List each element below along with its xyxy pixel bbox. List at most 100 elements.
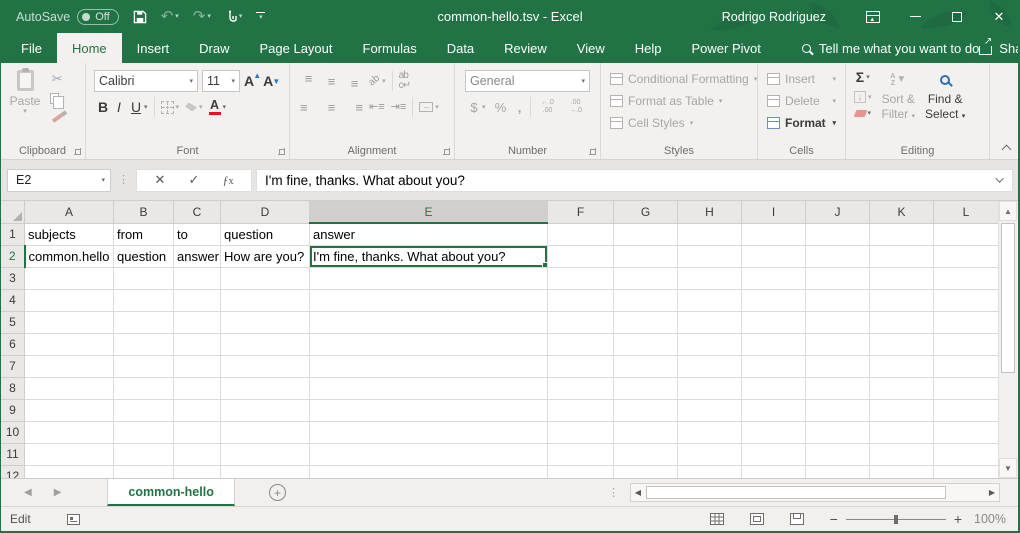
horizontal-scrollbar[interactable]: ◀ ▶ (630, 483, 1000, 502)
cell-A9[interactable] (25, 399, 114, 421)
decrease-decimal-button[interactable]: .00→.0 (562, 97, 590, 116)
fill-button[interactable]: ↓▾ (851, 89, 875, 105)
cell-D3[interactable] (221, 267, 310, 289)
cell-H8[interactable] (678, 377, 742, 399)
vertical-scroll-thumb[interactable] (1001, 223, 1015, 373)
cell-H10[interactable] (678, 421, 742, 443)
cell-J12[interactable] (806, 465, 870, 478)
cell-A6[interactable] (25, 333, 114, 355)
name-box-dropdown-icon[interactable]: ▾ (101, 177, 105, 184)
cell-G7[interactable] (614, 355, 678, 377)
cell-F9[interactable] (548, 399, 614, 421)
cell-E6[interactable] (310, 333, 548, 355)
cell-K1[interactable] (870, 223, 934, 245)
cell-B7[interactable] (114, 355, 174, 377)
close-button[interactable]: ✕ (978, 0, 1020, 33)
column-header-F[interactable]: F (548, 201, 614, 223)
page-break-preview-button[interactable] (790, 513, 804, 525)
column-header-C[interactable]: C (174, 201, 221, 223)
underline-dropdown-icon[interactable]: ▾ (144, 104, 148, 111)
cell-G5[interactable] (614, 311, 678, 333)
cell-J1[interactable] (806, 223, 870, 245)
cell-F12[interactable] (548, 465, 614, 478)
cell-G4[interactable] (614, 289, 678, 311)
record-macro-button[interactable] (67, 514, 80, 525)
cell-B1[interactable]: from (114, 223, 174, 245)
row-header-8[interactable]: 8 (1, 377, 25, 399)
cell-H6[interactable] (678, 333, 742, 355)
tab-power-pivot[interactable]: Power Pivot (677, 33, 776, 63)
accounting-format-button[interactable]: $▾ (465, 99, 489, 116)
tab-home[interactable]: Home (57, 33, 122, 63)
cell-L4[interactable] (934, 289, 999, 311)
cell-B8[interactable] (114, 377, 174, 399)
insert-cells-button[interactable]: Insert ▾ (761, 68, 842, 90)
minimize-button[interactable] (894, 0, 936, 33)
cell-I9[interactable] (742, 399, 806, 421)
cell-A12[interactable] (25, 465, 114, 478)
cell-C7[interactable] (174, 355, 221, 377)
cell-K5[interactable] (870, 311, 934, 333)
cell-L6[interactable] (934, 333, 999, 355)
merge-center-button[interactable]: ▾ (416, 100, 442, 114)
page-layout-view-button[interactable] (750, 513, 764, 525)
cell-I11[interactable] (742, 443, 806, 465)
row-header-3[interactable]: 3 (1, 267, 25, 289)
cell-I3[interactable] (742, 267, 806, 289)
row-header-7[interactable]: 7 (1, 355, 25, 377)
row-header-6[interactable]: 6 (1, 333, 25, 355)
cell-H12[interactable] (678, 465, 742, 478)
cell-J3[interactable] (806, 267, 870, 289)
align-left-button[interactable]: ≡ (297, 99, 320, 116)
cell-J2[interactable] (806, 245, 870, 267)
cell-K9[interactable] (870, 399, 934, 421)
scroll-down-button[interactable]: ▼ (999, 458, 1017, 478)
autosum-button[interactable]: Σ▾ (851, 68, 875, 86)
cell-I7[interactable] (742, 355, 806, 377)
zoom-slider[interactable] (846, 514, 946, 525)
increase-decimal-button[interactable]: ←.0.00 (534, 97, 562, 116)
cell-D7[interactable] (221, 355, 310, 377)
cell-L10[interactable] (934, 421, 999, 443)
tab-view[interactable]: View (562, 33, 620, 63)
cell-C10[interactable] (174, 421, 221, 443)
cell-G8[interactable] (614, 377, 678, 399)
cell-G2[interactable] (614, 245, 678, 267)
cell-A4[interactable] (25, 289, 114, 311)
cell-E1[interactable]: answer (310, 223, 548, 245)
column-header-H[interactable]: H (678, 201, 742, 223)
cell-H3[interactable] (678, 267, 742, 289)
cell-F7[interactable] (548, 355, 614, 377)
column-header-B[interactable]: B (114, 201, 174, 223)
cell-K6[interactable] (870, 333, 934, 355)
cell-F6[interactable] (548, 333, 614, 355)
cell-B4[interactable] (114, 289, 174, 311)
tab-draw[interactable]: Draw (184, 33, 244, 63)
cell-styles-button[interactable]: Cell Styles ▾ (604, 112, 754, 134)
cell-G6[interactable] (614, 333, 678, 355)
cell-J4[interactable] (806, 289, 870, 311)
cell-L8[interactable] (934, 377, 999, 399)
tab-page-layout[interactable]: Page Layout (245, 33, 348, 63)
cell-A11[interactable] (25, 443, 114, 465)
column-header-I[interactable]: I (742, 201, 806, 223)
normal-view-button[interactable] (710, 513, 724, 525)
cell-G3[interactable] (614, 267, 678, 289)
row-header-11[interactable]: 11 (1, 443, 25, 465)
cell-F4[interactable] (548, 289, 614, 311)
cell-D4[interactable] (221, 289, 310, 311)
cell-J9[interactable] (806, 399, 870, 421)
next-sheet-button[interactable]: ▶ (54, 487, 62, 498)
cell-E4[interactable] (310, 289, 548, 311)
italic-button[interactable]: I (111, 98, 127, 116)
cell-E7[interactable] (310, 355, 548, 377)
cell-B9[interactable] (114, 399, 174, 421)
cell-I12[interactable] (742, 465, 806, 478)
conditional-formatting-button[interactable]: Conditional Formatting ▾ (604, 68, 754, 90)
cell-G10[interactable] (614, 421, 678, 443)
increase-font-size-button[interactable]: A▲ (244, 73, 259, 89)
cell-B3[interactable] (114, 267, 174, 289)
cell-L11[interactable] (934, 443, 999, 465)
cell-D9[interactable] (221, 399, 310, 421)
autosave-switch[interactable]: Off (77, 9, 118, 25)
